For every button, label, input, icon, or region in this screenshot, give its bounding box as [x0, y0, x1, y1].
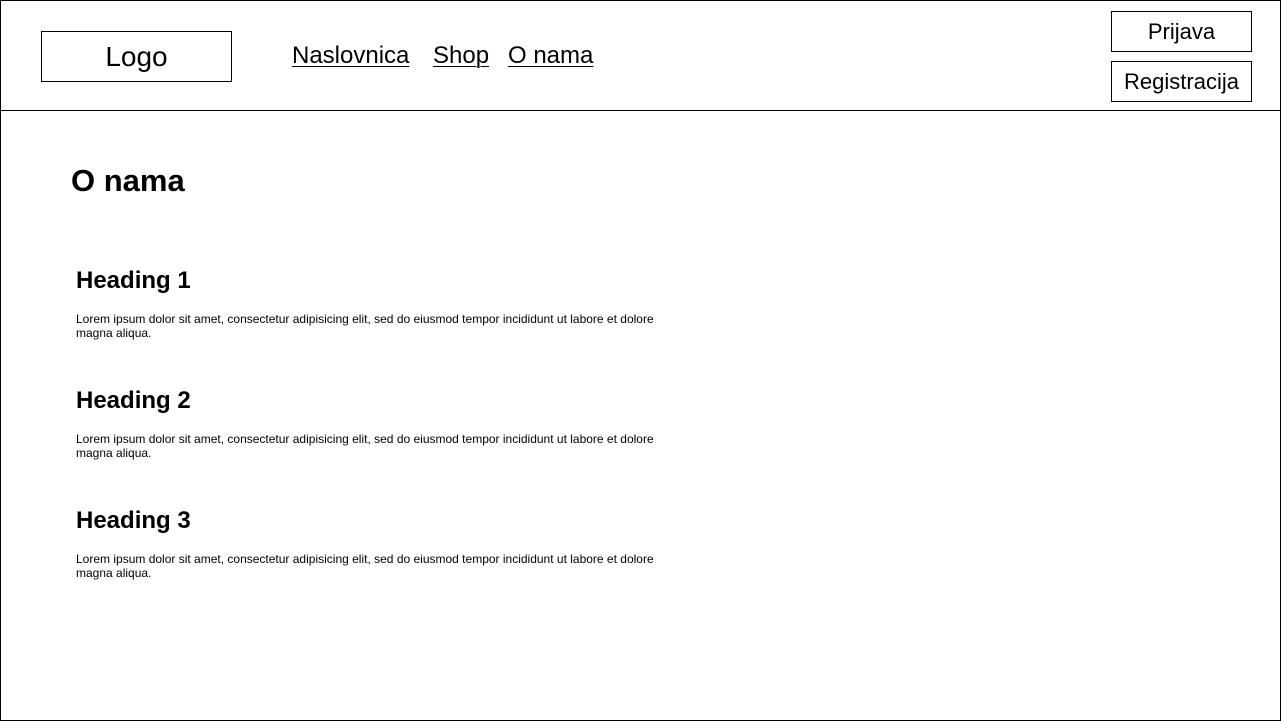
login-button[interactable]: Prijava — [1111, 11, 1252, 52]
section-heading: Heading 2 — [76, 387, 191, 414]
main-content: O nama Heading 1 Lorem ipsum dolor sit a… — [0, 110, 1281, 721]
logo[interactable]: Logo — [41, 31, 232, 82]
nav-link-home[interactable]: Naslovnica — [292, 41, 409, 71]
nav-link-shop[interactable]: Shop — [433, 41, 489, 71]
section-heading: Heading 3 — [76, 507, 191, 534]
page-title: O nama — [71, 163, 185, 198]
section-text: Lorem ipsum dolor sit amet, consectetur … — [76, 312, 654, 340]
content-section: Heading 1 Lorem ipsum dolor sit amet, co… — [76, 267, 676, 340]
section-heading: Heading 1 — [76, 267, 191, 294]
section-text: Lorem ipsum dolor sit amet, consectetur … — [76, 432, 654, 460]
page-frame: Logo Naslovnica Shop O nama Prijava Regi… — [0, 0, 1281, 721]
section-text: Lorem ipsum dolor sit amet, consectetur … — [76, 552, 654, 580]
site-header: Logo Naslovnica Shop O nama Prijava Regi… — [0, 0, 1281, 111]
register-button[interactable]: Registracija — [1111, 61, 1252, 102]
content-section: Heading 3 Lorem ipsum dolor sit amet, co… — [76, 507, 676, 580]
content-section: Heading 2 Lorem ipsum dolor sit amet, co… — [76, 387, 676, 460]
nav-link-about[interactable]: O nama — [508, 41, 593, 71]
